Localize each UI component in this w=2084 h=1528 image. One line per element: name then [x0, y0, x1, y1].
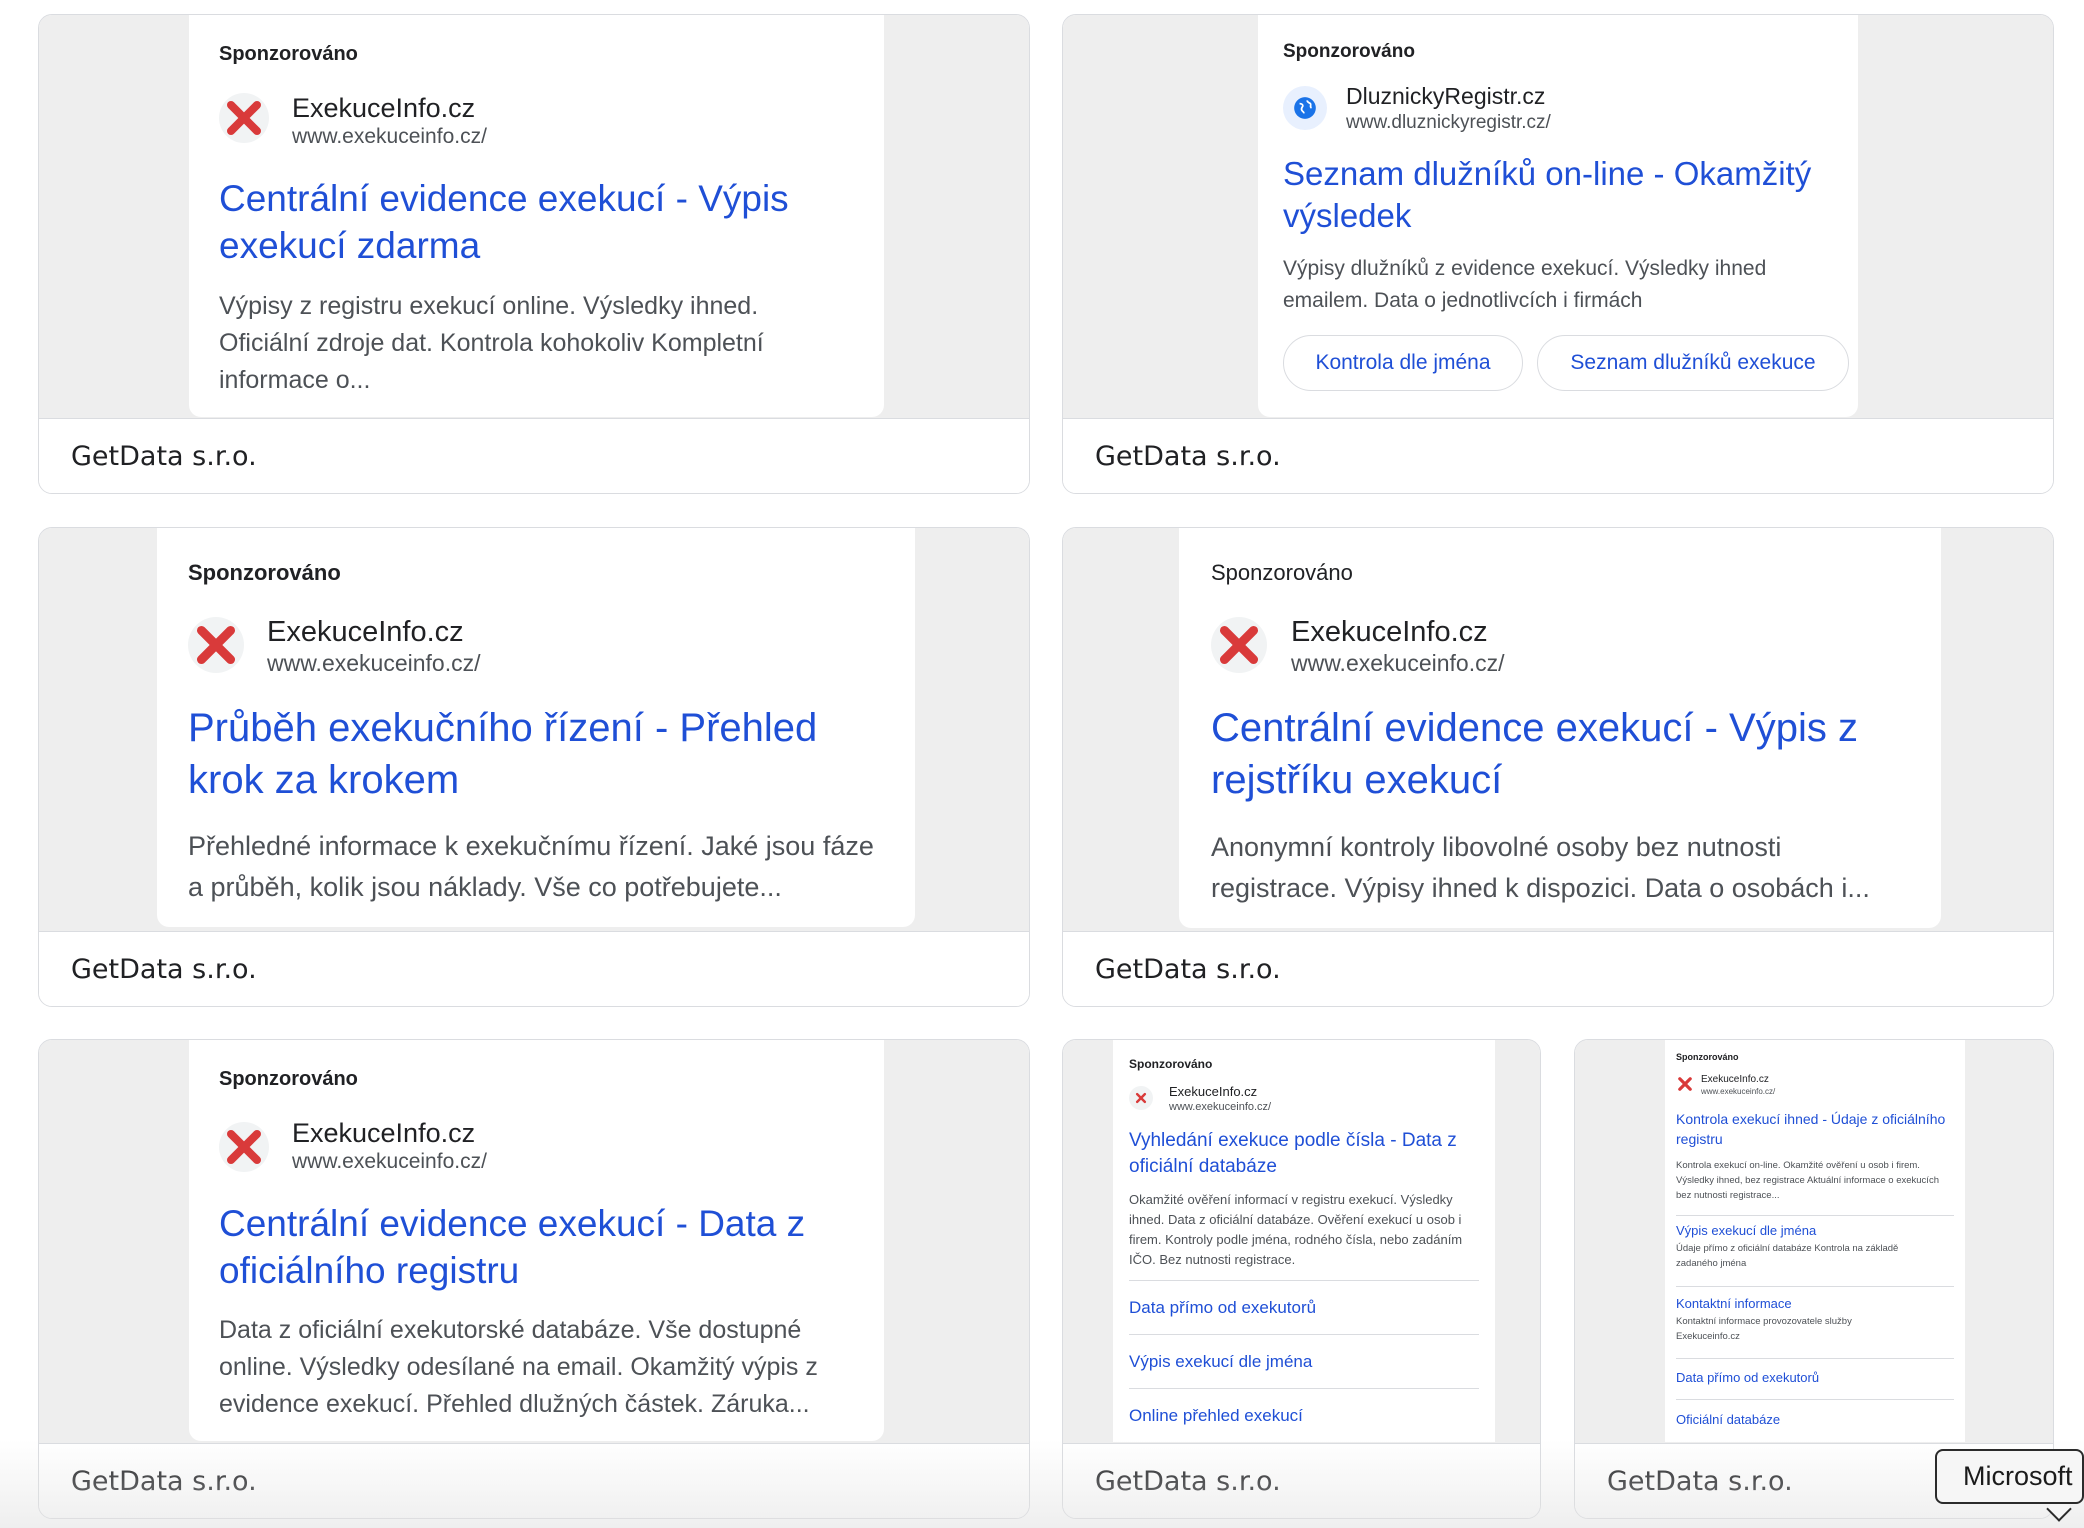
site-name: ExekuceInfo.cz — [267, 616, 464, 648]
ad-card[interactable]: Sponzorováno ExekuceInfo.cz www.exekucei… — [38, 527, 1030, 1007]
sitelink[interactable]: Online přehled exekucí — [1129, 1406, 1303, 1426]
ad-creative[interactable]: Sponzorováno ExekuceInfo.cz www.exekucei… — [1179, 528, 1941, 928]
ad-headline-link[interactable]: Centrální evidence exekucí - Výpis z rej… — [1211, 702, 1911, 806]
divider — [1676, 1215, 1954, 1216]
site-url[interactable]: www.exekuceinfo.cz/ — [292, 1150, 487, 1174]
site-url[interactable]: www.exekuceinfo.cz/ — [1169, 1101, 1271, 1113]
ad-preview[interactable]: Sponzorováno ExekuceInfo.cz www.exekucei… — [39, 528, 1029, 932]
ad-preview[interactable]: Sponzorováno ExekuceInfo.cz www.exekucei… — [39, 1040, 1029, 1444]
site-name: DluznickyRegistr.cz — [1346, 83, 1546, 109]
ad-preview[interactable]: Sponzorováno ExekuceInfo.cz www.exekucei… — [1063, 528, 2053, 932]
ad-preview[interactable]: Sponzorováno ExekuceInfo.cz www.exekucei… — [39, 15, 1029, 419]
ad-preview[interactable]: Sponzorováno DluznickyRegistr.cz www.dlu… — [1063, 15, 2053, 419]
ad-card[interactable]: Sponzorováno DluznickyRegistr.cz www.dlu… — [1062, 14, 2054, 494]
advertiser-name: GetData s.r.o. — [1095, 953, 1281, 985]
ad-creative[interactable]: Sponzorováno ExekuceInfo.cz www.exekucei… — [189, 15, 884, 417]
red-x-icon — [219, 1122, 269, 1172]
sponsored-label: Sponzorováno — [219, 1068, 358, 1090]
ad-description: Okamžité ověření informací v registru ex… — [1129, 1192, 1463, 1267]
divider — [1676, 1399, 1954, 1400]
ad-card-footer: GetData s.r.o. — [1063, 932, 2053, 1006]
ad-description: Kontrola exekucí on-line. Okamžité ověře… — [1676, 1160, 1939, 1201]
divider — [1676, 1358, 1954, 1359]
sitelink[interactable]: Data přímo od exekutorů — [1676, 1370, 1819, 1385]
ad-card[interactable]: Sponzorováno ExekuceInfo.cz www.exekucei… — [38, 14, 1030, 494]
ad-description: Data z oficiální exekutorské databáze. V… — [219, 1316, 818, 1418]
ad-card[interactable]: Sponzorováno ExekuceInfo.cz www.exekucei… — [1574, 1039, 2054, 1519]
ad-creative[interactable]: Sponzorováno DluznickyRegistr.cz www.dlu… — [1258, 15, 1858, 417]
divider — [1129, 1280, 1479, 1281]
advertiser-name: GetData s.r.o. — [71, 1465, 257, 1497]
ad-description: Výpisy z registru exekucí online. Výsled… — [219, 292, 764, 394]
sponsored-label: Sponzorováno — [1676, 1052, 1739, 1062]
sponsored-label: Sponzorováno — [1211, 560, 1353, 585]
ad-headline-link[interactable]: Seznam dlužníků on-line - Okamžitý výsle… — [1283, 153, 1843, 237]
divider — [1676, 1286, 1954, 1287]
ad-card-footer: GetData s.r.o. — [1063, 1444, 1540, 1518]
ad-headline-link[interactable]: Centrální evidence exekucí - Data z ofic… — [219, 1200, 839, 1294]
advertiser-name: GetData s.r.o. — [71, 953, 257, 985]
sitelink-chip-debtor-list[interactable]: Seznam dlužníků exekuce — [1537, 335, 1849, 391]
sitelink-description: Kontaktní informace provozovatele služby… — [1676, 1316, 1852, 1342]
site-name: ExekuceInfo.cz — [292, 1118, 476, 1148]
ad-card[interactable]: Sponzorováno ExekuceInfo.cz www.exekucei… — [38, 1039, 1030, 1519]
sponsored-label: Sponzorováno — [1129, 1057, 1213, 1071]
ad-card-footer: GetData s.r.o. — [39, 1444, 1029, 1518]
site-url[interactable]: www.exekuceinfo.cz/ — [1291, 650, 1504, 677]
site-name: ExekuceInfo.cz — [1291, 616, 1488, 648]
red-x-icon — [1675, 1074, 1695, 1094]
advertiser-name: GetData s.r.o. — [1607, 1465, 1793, 1497]
globe-icon — [1283, 86, 1327, 130]
tooltip: Microsoft — [1935, 1449, 2084, 1504]
ad-card[interactable]: Sponzorováno ExekuceInfo.cz www.exekucei… — [1062, 1039, 1541, 1519]
ad-description: Přehledné informace k exekučnímu řízení.… — [188, 831, 874, 902]
ad-creative[interactable]: Sponzorováno ExekuceInfo.cz www.exekucei… — [157, 528, 915, 927]
ad-card[interactable]: Sponzorováno ExekuceInfo.cz www.exekucei… — [1062, 527, 2054, 1007]
ad-preview[interactable]: Sponzorováno ExekuceInfo.cz www.exekucei… — [1575, 1040, 2053, 1444]
ad-card-footer: GetData s.r.o. — [39, 419, 1029, 493]
sitelink-chip-name-check[interactable]: Kontrola dle jména — [1283, 335, 1523, 391]
divider — [1129, 1334, 1479, 1335]
advertiser-name: GetData s.r.o. — [1095, 1465, 1281, 1497]
sponsored-label: Sponzorováno — [188, 560, 341, 585]
ad-description: Anonymní kontroly libovolné osoby bez nu… — [1211, 832, 1870, 903]
sitelink[interactable]: Výpis exekucí dle jména — [1129, 1352, 1312, 1372]
red-x-icon — [188, 617, 244, 673]
ad-headline-link[interactable]: Vyhledání exekuce podle čísla - Data z o… — [1129, 1128, 1484, 1180]
sitelink[interactable]: Oficiální databáze — [1676, 1412, 1780, 1427]
sitelink[interactable]: Výpis exekucí dle jména — [1676, 1223, 1816, 1238]
ad-headline-link[interactable]: Kontrola exekucí ihned - Údaje z oficiál… — [1676, 1109, 1951, 1149]
ad-card-footer: GetData s.r.o. — [1063, 419, 2053, 493]
site-name: ExekuceInfo.cz — [1169, 1084, 1258, 1099]
ad-headline-link[interactable]: Průběh exekučního řízení - Přehled krok … — [188, 702, 868, 806]
site-url[interactable]: www.dluznickyregistr.cz/ — [1346, 112, 1551, 134]
ad-creative[interactable]: Sponzorováno ExekuceInfo.cz www.exekucei… — [1665, 1040, 1965, 1442]
site-url[interactable]: www.exekuceinfo.cz/ — [267, 650, 480, 677]
sponsored-label: Sponzorováno — [1283, 41, 1415, 62]
ad-description: Výpisy dlužníků z evidence exekucí. Výsl… — [1283, 257, 1767, 312]
ad-headline-link[interactable]: Centrální evidence exekucí - Výpis exeku… — [219, 175, 819, 269]
ad-creative[interactable]: Sponzorováno ExekuceInfo.cz www.exekucei… — [189, 1040, 884, 1441]
advertiser-name: GetData s.r.o. — [71, 440, 257, 472]
tooltip-label: Microsoft — [1963, 1461, 2073, 1491]
red-x-icon — [219, 93, 269, 143]
site-url[interactable]: www.exekuceinfo.cz/ — [1701, 1087, 1775, 1096]
ad-preview[interactable]: Sponzorováno ExekuceInfo.cz www.exekucei… — [1063, 1040, 1540, 1444]
divider — [1129, 1388, 1479, 1389]
ad-creative[interactable]: Sponzorováno ExekuceInfo.cz www.exekucei… — [1113, 1040, 1495, 1442]
ad-card-footer: GetData s.r.o. — [39, 932, 1029, 1006]
site-url[interactable]: www.exekuceinfo.cz/ — [292, 125, 487, 149]
sponsored-label: Sponzorováno — [219, 43, 358, 65]
red-x-icon — [1211, 617, 1267, 673]
sitelink[interactable]: Kontaktní informace — [1676, 1296, 1792, 1311]
site-name: ExekuceInfo.cz — [292, 93, 476, 123]
sitelink-description: Údaje přímo z oficiální databáze Kontrol… — [1676, 1243, 1899, 1269]
red-x-icon — [1129, 1086, 1153, 1110]
site-name: ExekuceInfo.cz — [1701, 1074, 1769, 1085]
advertiser-name: GetData s.r.o. — [1095, 440, 1281, 472]
sitelink[interactable]: Data přímo od exekutorů — [1129, 1298, 1316, 1318]
